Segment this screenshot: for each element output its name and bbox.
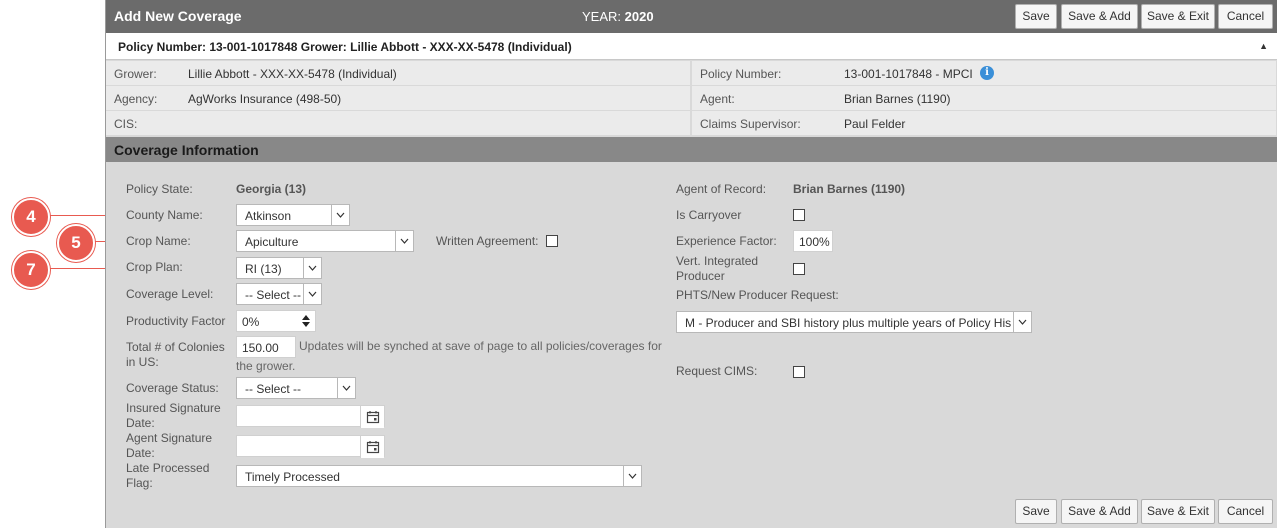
productivity-factor-label: Productivity Factor (126, 314, 226, 328)
section-title: Coverage Information (114, 142, 259, 158)
phts-request-select[interactable]: M - Producer and SBI history plus multip… (676, 311, 1032, 333)
crop-name-label: Crop Name: (126, 234, 191, 248)
claims-supervisor-label: Claims Supervisor: (700, 117, 801, 131)
save-exit-button-bottom[interactable]: Save & Exit (1141, 499, 1215, 524)
stepper-arrows-icon[interactable] (300, 314, 312, 328)
phts-request-label: PHTS/New Producer Request: (676, 288, 839, 302)
info-icon[interactable]: i (980, 66, 994, 80)
coverage-status-label: Coverage Status: (126, 381, 219, 395)
coverage-panel: Add New Coverage YEAR: 2020 Save Save & … (105, 0, 1277, 528)
grower-value: Lillie Abbott - XXX-XX-5478 (Individual) (188, 67, 397, 81)
vert-integrated-producer-checkbox[interactable] (793, 263, 805, 275)
request-cims-checkbox[interactable] (793, 366, 805, 378)
chevron-down-icon (623, 466, 641, 486)
chevron-down-icon (331, 205, 349, 225)
crop-plan-select[interactable]: RI (13) (236, 257, 322, 279)
insured-signature-date-label: Insured Signature Date: (126, 401, 221, 430)
page-title: Add New Coverage (114, 8, 242, 24)
coverage-level-label: Coverage Level: (126, 287, 214, 301)
save-add-button-bottom[interactable]: Save & Add (1061, 499, 1138, 524)
experience-factor-input[interactable]: 100% (793, 230, 833, 252)
request-cims-label: Request CIMS: (676, 364, 758, 378)
total-colonies-label: Total # of Colonies in US: (126, 340, 225, 369)
save-exit-button[interactable]: Save & Exit (1141, 4, 1215, 29)
late-processed-flag-select[interactable]: Timely Processed (236, 465, 642, 487)
written-agreement-label: Written Agreement: (436, 234, 539, 248)
agent-signature-date-label: Agent Signature Date: (126, 431, 213, 460)
policy-state-label: Policy State: (126, 182, 193, 196)
info-row-agency: Agency: AgWorks Insurance (498-50) Agent… (106, 86, 1277, 110)
callout-5: 5 (57, 224, 95, 262)
county-name-select[interactable]: Atkinson (236, 204, 350, 226)
agent-label: Agent: (700, 92, 735, 106)
chevron-down-icon (395, 231, 413, 251)
vert-integrated-producer-label: Vert. Integrated Producer (676, 254, 759, 283)
productivity-factor-stepper[interactable]: 0% (236, 310, 316, 332)
crop-name-select[interactable]: Apiculture (236, 230, 414, 252)
save-add-button[interactable]: Save & Add (1061, 4, 1138, 29)
county-name-label: County Name: (126, 208, 203, 222)
coverage-level-select[interactable]: -- Select -- (236, 283, 322, 305)
cancel-button-bottom[interactable]: Cancel (1218, 499, 1273, 524)
agent-of-record-label: Agent of Record: (676, 182, 767, 196)
save-button-bottom[interactable]: Save (1015, 499, 1057, 524)
callout-4: 4 (12, 198, 50, 236)
year-indicator: YEAR: 2020 (582, 9, 654, 24)
agency-value: AgWorks Insurance (498-50) (188, 92, 342, 106)
policy-summary-text: Policy Number: 13-001-1017848 Grower: Li… (118, 40, 572, 54)
info-row-cis: CIS: Claims Supervisor: Paul Felder (106, 111, 1277, 135)
agent-value: Brian Barnes (1190) (844, 92, 951, 106)
written-agreement-checkbox[interactable] (546, 235, 558, 247)
coverage-status-select[interactable]: -- Select -- (236, 377, 356, 399)
experience-factor-label: Experience Factor: (676, 234, 777, 248)
policy-number-label: Policy Number: (700, 67, 782, 81)
is-carryover-checkbox[interactable] (793, 209, 805, 221)
calendar-icon[interactable] (360, 406, 384, 428)
claims-supervisor-value: Paul Felder (844, 117, 906, 131)
total-colonies-input[interactable]: 150.00 (236, 336, 296, 358)
coverage-section-header: Coverage Information (106, 137, 1277, 162)
save-button[interactable]: Save (1015, 4, 1057, 29)
chevron-down-icon (303, 284, 321, 304)
policy-state-value: Georgia (13) (236, 182, 307, 196)
calendar-icon[interactable] (360, 436, 384, 458)
sync-note-line-2: the grower. (236, 359, 296, 373)
cancel-button[interactable]: Cancel (1218, 4, 1273, 29)
chevron-down-icon (303, 258, 321, 278)
chevron-down-icon (337, 378, 355, 398)
is-carryover-label: Is Carryover (676, 208, 742, 222)
sync-note-line-1: Updates will be synched at save of page … (299, 339, 662, 353)
info-row-grower: Grower: Lillie Abbott - XXX-XX-5478 (Ind… (106, 61, 1277, 85)
year-value: 2020 (624, 9, 654, 24)
agent-of-record-value: Brian Barnes (1190) (793, 182, 906, 196)
collapse-icon[interactable]: ▲ (1259, 41, 1268, 51)
agency-label: Agency: (114, 92, 158, 106)
policy-summary-bar[interactable]: Policy Number: 13-001-1017848 Grower: Li… (106, 33, 1277, 60)
cis-label: CIS: (114, 117, 138, 131)
late-processed-flag-label: Late Processed Flag: (126, 461, 210, 490)
title-bar: Add New Coverage YEAR: 2020 Save Save & … (106, 0, 1277, 33)
grower-label: Grower: (114, 67, 157, 81)
callout-7: 7 (12, 251, 50, 289)
crop-plan-label: Crop Plan: (126, 260, 183, 274)
policy-number-value: 13-001-1017848 - MPCI (844, 67, 973, 81)
insured-signature-date-input[interactable] (236, 405, 385, 428)
chevron-down-icon (1013, 312, 1031, 332)
agent-signature-date-input[interactable] (236, 435, 385, 458)
